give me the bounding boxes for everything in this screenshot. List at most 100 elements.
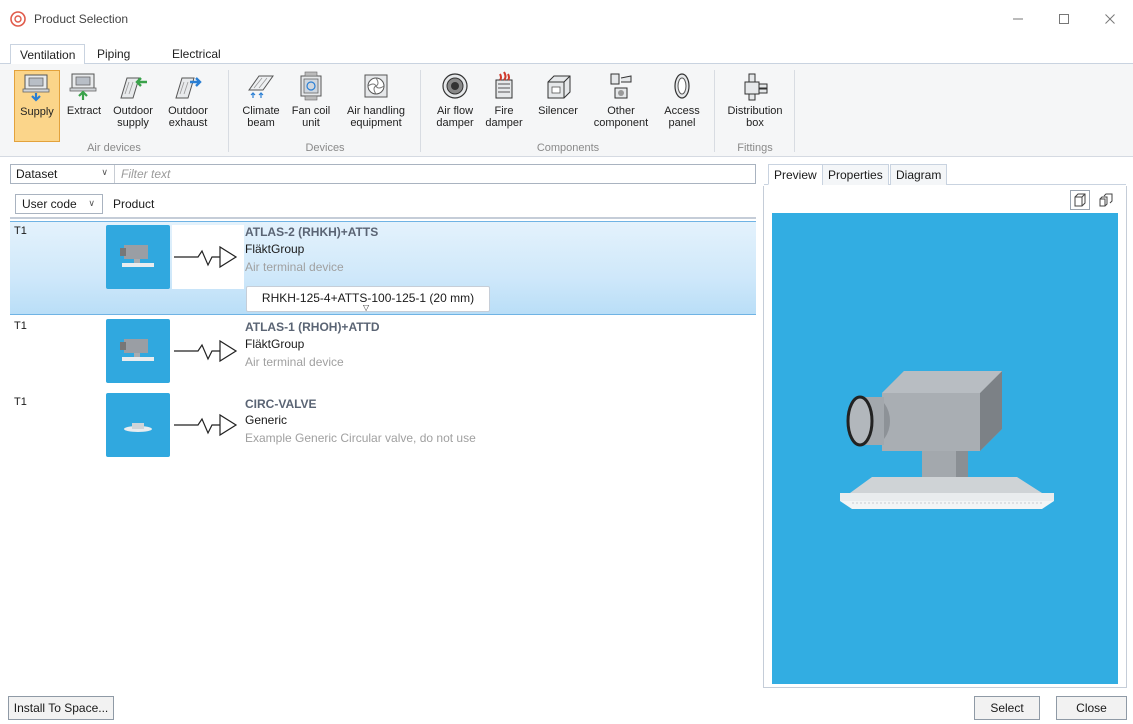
outdoor-supply-icon [120,77,147,99]
cube-stack-icon [1099,193,1113,207]
ribbon-separator [794,70,795,152]
extract-label: Extract [66,105,102,117]
outdoor-supply-label-1: Outdoor [113,105,153,117]
filter-input[interactable] [115,165,735,183]
product-row[interactable]: T1 ATLAS-1 (RHOH)+ATTD FläktGroup Air te… [10,317,756,389]
close-icon [1105,14,1115,24]
distribution-box-label-2: box [746,117,764,129]
other-component-label-2: component [593,117,649,129]
air-handling-equipment-icon [364,74,388,98]
product-name: ATLAS-2 (RHKH)+ATTS [245,225,379,239]
tab-properties[interactable]: Properties [822,164,889,185]
caret-down-icon: ▽ [363,303,370,312]
air-handling-equipment-button[interactable]: Air handling equipment [338,70,414,142]
group-label-fittings: Fittings [737,142,773,154]
group-label-components: Components [536,142,600,154]
variant-dropdown[interactable]: RHKH-125-4+ATTS-100-125-1 (20 mm) ▽ [246,286,490,312]
column-header: User code ∨ Product [10,190,756,219]
product-column-header[interactable]: Product [113,197,154,211]
fire-damper-label-2: damper [485,117,523,129]
outdoor-supply-label-2: supply [117,117,149,129]
ribbon: Supply Extract Outdoor supply Outdoor ex… [0,64,1133,157]
product-thumbnail [106,225,170,289]
install-to-space-button[interactable]: Install To Space... [8,696,114,720]
other-component-label-1: Other [607,105,635,117]
view-multi-button[interactable] [1096,190,1116,210]
extract-button[interactable]: Extract [62,70,106,142]
user-code-dropdown[interactable]: User code ∨ [15,193,103,214]
access-panel-button[interactable]: Access panel [658,70,706,142]
other-component-button[interactable]: Other component [588,70,654,142]
fire-damper-button[interactable]: Fire damper [484,70,524,142]
cube-view-icon [1074,193,1086,207]
silencer-icon [547,75,571,99]
product-thumbnail [106,393,170,457]
outdoor-exhaust-label-1: Outdoor [168,105,208,117]
diagram-symbol [172,319,244,383]
extract-icon [69,73,97,100]
air-flow-damper-button[interactable]: Air flow damper [430,70,480,142]
select-button[interactable]: Select [974,696,1040,720]
chevron-down-icon: ∨ [88,197,95,208]
group-label-air-devices: Air devices [87,142,141,154]
supply-button[interactable]: Supply [14,70,60,142]
maximize-icon [1059,14,1069,24]
filter-row: Dataset ∨ [10,164,756,184]
product-description: Air terminal device [245,355,344,369]
air-flow-damper-label-2: damper [436,117,474,129]
tab-preview[interactable]: Preview [768,164,823,185]
ribbon-separator [714,70,715,152]
user-code: T1 [14,225,27,237]
fire-damper-label-1: Fire [494,105,514,117]
fan-coil-unit-icon [300,71,322,101]
product-name: CIRC-VALVE [245,397,317,411]
product-list: T1 ATLAS-2 (RHKH)+ATTS FläktGroup Air te… [10,221,756,688]
outdoor-exhaust-icon [175,77,202,99]
view-single-button[interactable] [1070,190,1090,210]
minimize-button[interactable] [995,0,1041,38]
terminal-symbol-icon [174,245,238,269]
preview-tabs: Preview Properties Diagram [764,164,1126,185]
tab-diagram[interactable]: Diagram [890,164,948,185]
minimize-icon [1013,18,1023,20]
access-panel-label-2: panel [668,117,696,129]
outdoor-exhaust-label-2: exhaust [168,117,208,129]
ribbon-tabs: Ventilation Piping Electrical [0,42,1133,65]
access-panel-icon [674,73,690,99]
product-name: ATLAS-1 (RHOH)+ATTD [245,320,380,334]
fan-coil-unit-button[interactable]: Fan coil unit [288,70,334,142]
silencer-label: Silencer [538,105,578,117]
window-controls [995,0,1133,38]
product-row[interactable]: T1 CIRC-VALVE Generic Example Generic Ci… [10,393,756,465]
outdoor-exhaust-button[interactable]: Outdoor exhaust [162,70,214,142]
product-description: Example Generic Circular valve, do not u… [245,431,476,445]
manufacturer: FläktGroup [245,242,305,256]
terminal-symbol-icon [174,413,238,437]
product-thumbnail [106,319,170,383]
air-handling-equipment-label-1: Air handling [346,105,406,117]
climate-beam-label-2: beam [247,117,275,129]
air-terminal-image [120,339,154,361]
tab-piping[interactable]: Piping [88,44,139,65]
silencer-button[interactable]: Silencer [534,70,582,142]
dataset-dropdown[interactable]: Dataset ∨ [11,165,115,183]
tab-ventilation[interactable]: Ventilation [10,44,86,65]
ribbon-separator [420,70,421,152]
preview-viewport[interactable] [772,213,1118,684]
supply-label: Supply [20,106,54,118]
ribbon-separator [228,70,229,152]
distribution-box-icon [744,73,768,101]
fan-coil-unit-label-2: unit [302,117,320,129]
tab-electrical[interactable]: Electrical [163,44,230,65]
fire-damper-icon [495,71,513,99]
distribution-box-button[interactable]: Distribution box [720,70,790,142]
climate-beam-label-1: Climate [242,105,280,117]
product-row[interactable]: T1 ATLAS-2 (RHKH)+ATTS FläktGroup Air te… [10,221,756,315]
climate-beam-icon [248,75,274,98]
maximize-button[interactable] [1041,0,1087,38]
close-button[interactable]: Close [1056,696,1127,720]
close-window-button[interactable] [1087,0,1133,38]
product-3d-model [840,371,1054,509]
outdoor-supply-button[interactable]: Outdoor supply [108,70,158,142]
climate-beam-button[interactable]: Climate beam [236,70,286,142]
